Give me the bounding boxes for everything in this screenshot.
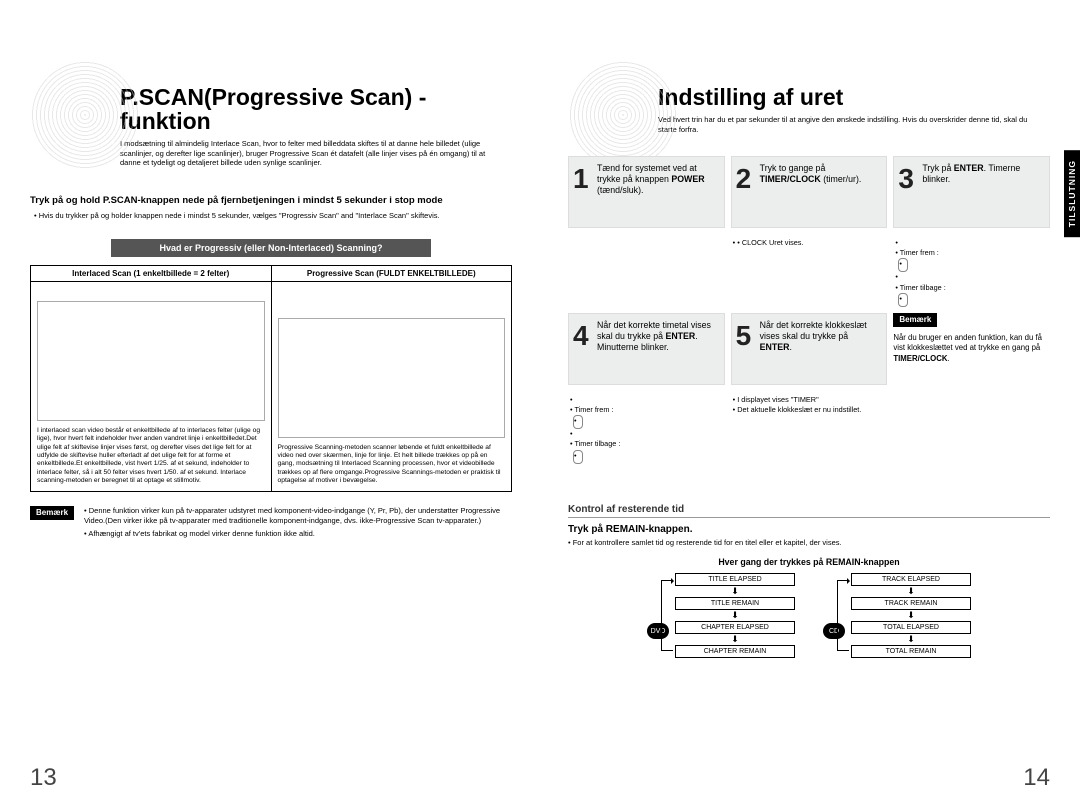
dvd-cycle: DVD TITLE ELAPSED ⬇ TITLE REMAIN ⬇ CHAPT… [647,573,795,658]
page-intro: Ved hvert trin har du et par sekunder ti… [658,115,1038,134]
step3-detail: Timer frem : Timer tilbage : [893,238,1050,307]
remain-every-press: Hver gang der trykkes på REMAIN-knappen [568,557,1050,567]
step2-detail: • CLOCK Uret vises. [731,238,888,307]
up-icon [573,415,583,429]
up-icon [898,258,908,272]
step-1: 1 Tænd for systemet ved at trykke på kna… [568,156,725,228]
down-arrow-icon: ⬇ [907,587,915,596]
page-13: P.SCAN(Progressive Scan) -funktion I mod… [0,0,540,810]
down-icon [573,450,583,464]
cycle-item: TITLE REMAIN [675,597,795,610]
down-arrow-icon: ⬇ [907,611,915,620]
col-header-interlaced: Interlaced Scan (1 enkeltbillede = 2 fel… [31,266,272,282]
cycle-item: TRACK REMAIN [851,597,971,610]
note-body: Når du bruger en anden funktion, kan du … [893,333,1050,365]
step-3: 3 Tryk på ENTER. Timerne blinker. [893,156,1050,228]
cycle-item: TRACK ELAPSED [851,573,971,586]
scan-comparison-table: Interlaced Scan (1 enkeltbillede = 2 fel… [30,265,512,492]
remain-bullet: For at kontrollere samlet tid og restere… [568,538,1050,547]
down-arrow-icon: ⬇ [731,611,739,620]
step-text: Når det korrekte klokkeslæt vises skal d… [760,320,867,352]
down-arrow-icon: ⬇ [731,635,739,644]
remain-heading: Kontrol af resterende tid [568,504,1050,518]
loop-arrow [837,580,849,651]
page-title: Indstilling af uret [658,85,1050,109]
down-arrow-icon: ⬇ [731,587,739,596]
step-4: 4 Når det korrekte timetal vises skal du… [568,313,725,385]
interlaced-illustration [37,301,265,421]
cycle-item: CHAPTER ELAPSED [675,621,795,634]
step-number: 3 [898,161,914,196]
cycle-item: CHAPTER REMAIN [675,645,795,658]
page-number: 14 [1023,764,1050,792]
note-line-1: Denne funktion virker kun på tv-apparate… [84,506,512,526]
step-text: Når det korrekte timetal vises skal du t… [597,320,711,352]
col-header-progressive: Progressive Scan (FULDT ENKELTBILLEDE) [271,266,512,282]
loop-arrow [661,580,673,651]
cycle-item: TOTAL REMAIN [851,645,971,658]
progressive-illustration [278,318,506,438]
down-icon [898,293,908,307]
manual-spread: P.SCAN(Progressive Scan) -funktion I mod… [0,0,1080,810]
step5-detail: I displayet vises "TIMER" Det aktuelle k… [731,395,888,464]
cycle-item: TOTAL ELAPSED [851,621,971,634]
section-tab: TILSLUTNING [1064,150,1080,237]
note-panel: Bemærk Når du bruger en anden funktion, … [893,313,1050,385]
step-text: Tryk to gange på TIMER/CLOCK (timer/ur). [760,163,862,184]
instruction-bullet: Hvis du trykker på og holder knappen ned… [44,211,512,221]
page-number: 13 [30,764,57,792]
step4-detail: Timer frem : Timer tilbage : [568,395,725,464]
step-2: 2 Tryk to gange på TIMER/CLOCK (timer/ur… [731,156,888,228]
step-text: Tænd for systemet ved at trykke på knapp… [597,163,705,195]
note-badge: Bemærk [30,506,74,520]
cycle-item: TITLE ELAPSED [675,573,795,586]
decorative-swirl [30,60,140,170]
remain-action: Tryk på REMAIN-knappen. [568,524,1050,535]
step-number: 5 [736,318,752,353]
decorative-swirl [568,60,678,170]
note-line-2: Afhængigt af tv'ets fabrikat og model vi… [84,529,512,539]
note-badge: Bemærk [893,313,937,327]
cd-cycle: CD TRACK ELAPSED ⬇ TRACK REMAIN ⬇ TOTAL … [823,573,971,658]
page-intro: I modsætning til almindelig Interlace Sc… [120,139,500,167]
step-number: 1 [573,161,589,196]
question-heading: Hvad er Progressiv (eller Non-Interlaced… [111,239,431,257]
instruction-title: Tryk på og hold P.SCAN-knappen nede på f… [30,195,512,207]
step-5: 5 Når det korrekte klokkeslæt vises skal… [731,313,888,385]
interlaced-description: I interlaced scan video består et enkelt… [37,427,265,486]
step-text: Tryk på ENTER. Timerne blinker. [922,163,1020,184]
step-number: 2 [736,161,752,196]
down-arrow-icon: ⬇ [907,635,915,644]
page-14: TILSLUTNING Indstilling af uret Ved hver… [540,0,1080,810]
progressive-description: Progressive Scanning-metoden scanner løb… [278,444,506,486]
step-number: 4 [573,318,589,353]
page-title: P.SCAN(Progressive Scan) -funktion [120,85,512,133]
remain-section: Kontrol af resterende tid Tryk på REMAIN… [568,504,1050,658]
note-content: Denne funktion virker kun på tv-apparate… [84,506,512,541]
